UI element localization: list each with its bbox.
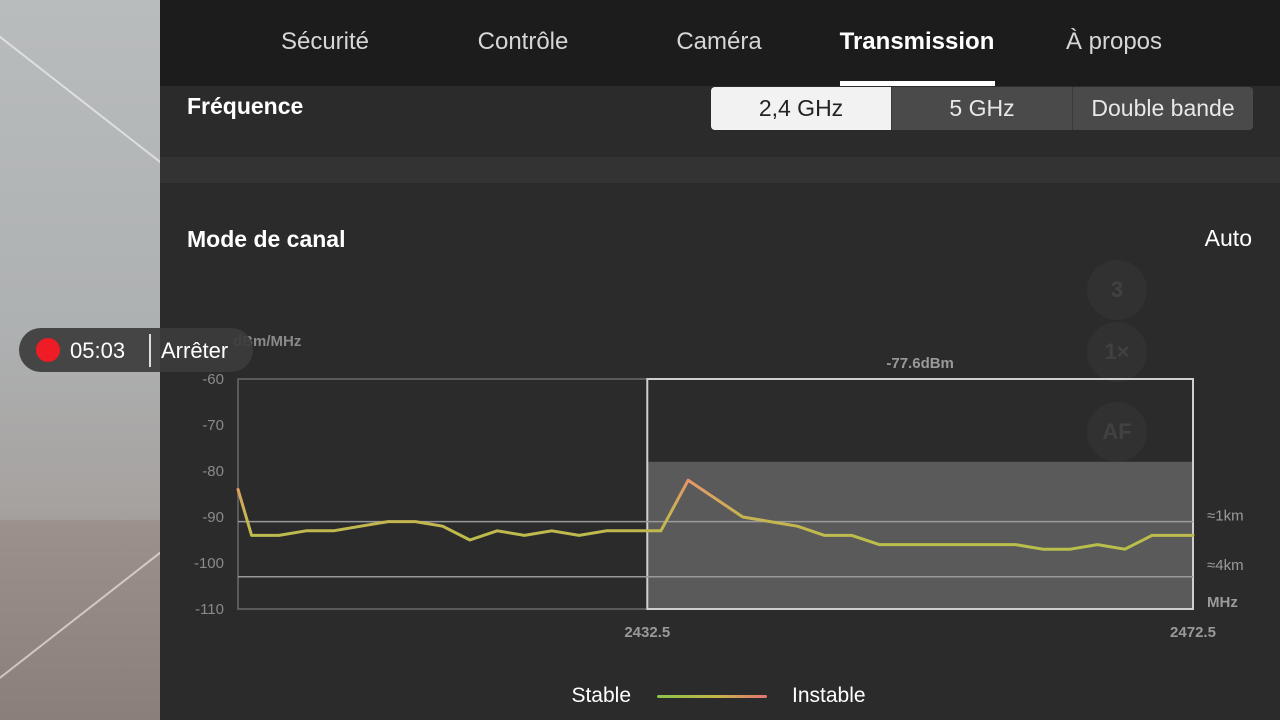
record-dot-icon: [36, 338, 60, 362]
y-tick-label: -80: [202, 463, 224, 480]
recording-indicator: 05:03 Arrêter: [19, 328, 253, 372]
y-tick-label: -90: [202, 509, 224, 526]
y-tick-label: -60: [202, 371, 224, 388]
y-tick-label: -110: [195, 601, 224, 618]
settings-panel: Sécurité Contrôle Caméra Transmission À …: [160, 0, 1280, 720]
recording-separator: [149, 334, 151, 367]
x-tick-label: 2432.5: [624, 624, 670, 641]
interference-chart: -77.6dBm≈1km≈4km-60-70-80-90-100-110dBm/…: [194, 333, 1244, 641]
camera-crease: [0, 20, 160, 182]
selected-channel-label: -77.6dBm: [886, 355, 954, 372]
y-tick-label: -100: [194, 555, 224, 572]
selected-channel-fill: [647, 461, 1193, 609]
legend-unstable: Instable: [792, 684, 866, 707]
legend-stable: Stable: [571, 684, 631, 707]
camera-floor: [0, 520, 160, 720]
legend-gradient-line: [657, 695, 767, 698]
stop-recording-button[interactable]: Arrêter: [161, 338, 228, 364]
chart-legend: Stable Instable: [160, 682, 1280, 712]
x-axis-label: MHz: [1207, 594, 1238, 611]
reference-line-label: ≈4km: [1207, 557, 1244, 574]
recording-time: 05:03: [70, 338, 126, 363]
y-tick-label: -70: [202, 417, 224, 434]
reference-line-label: ≈1km: [1207, 508, 1244, 525]
x-tick-label: 2472.5: [1170, 624, 1216, 641]
